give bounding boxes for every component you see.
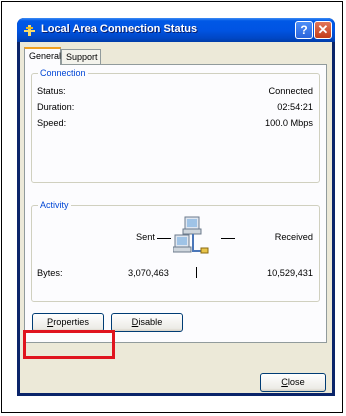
network-computers-icon (173, 216, 209, 254)
connection-legend: Connection (38, 68, 88, 78)
duration-label: Duration: (37, 102, 75, 112)
close-window-button[interactable]: ✕ (314, 21, 332, 39)
close-button-accesskey: C (281, 377, 288, 387)
titlebar[interactable]: Local Area Connection Status ? ✕ (17, 18, 335, 42)
activity-group: Activity Sent Received Bytes: 3,070,463 (31, 200, 320, 302)
general-tab-panel: Connection Status: Connected Duration: 0… (24, 64, 327, 343)
bytes-divider (196, 267, 197, 278)
properties-highlight-box (23, 330, 115, 359)
status-value: Connected (268, 86, 313, 96)
close-button-label: lose (287, 377, 305, 387)
activity-legend: Activity (38, 200, 71, 210)
duration-value: 02:54:21 (277, 102, 313, 112)
help-button[interactable]: ? (295, 21, 313, 39)
bytes-sent-value: 3,070,463 (128, 268, 169, 278)
sent-divider (157, 238, 171, 239)
received-divider (221, 238, 235, 239)
tab-general[interactable]: General (24, 47, 61, 65)
bytes-received-value: 10,529,431 (267, 268, 313, 278)
window-title: Local Area Connection Status (41, 23, 198, 35)
properties-button-label: roperties (53, 317, 89, 327)
received-label: Received (274, 232, 313, 242)
connection-group: Connection Status: Connected Duration: 0… (31, 68, 320, 183)
sent-label: Sent (136, 232, 155, 242)
bytes-label: Bytes: (37, 268, 63, 278)
disable-button[interactable]: Disable (111, 313, 183, 332)
network-connection-icon (24, 25, 35, 36)
disable-button-label: isable (138, 317, 163, 327)
status-label: Status: (37, 86, 66, 96)
close-button[interactable]: Close (260, 373, 326, 392)
speed-value: 100.0 Mbps (264, 118, 313, 128)
tab-support[interactable]: Support (61, 49, 101, 64)
speed-label: Speed: (37, 118, 67, 128)
